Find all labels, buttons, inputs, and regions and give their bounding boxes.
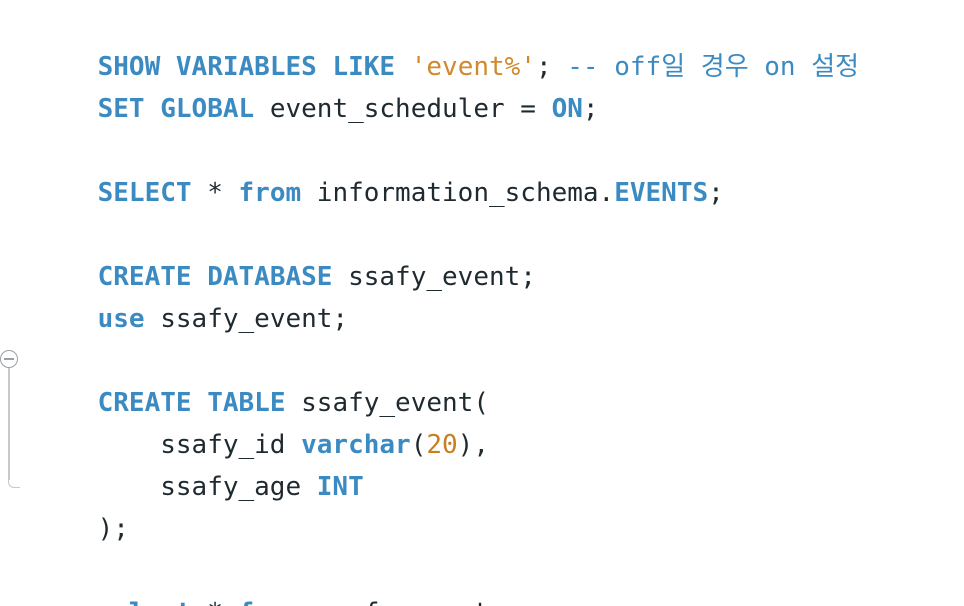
- fold-collapse-icon[interactable]: [0, 350, 18, 368]
- code-line-1[interactable]: SHOW VARIABLES LIKE 'event%'; -- off일 경우…: [35, 4, 859, 82]
- code-line-7[interactable]: ssafy_id varchar(20),: [35, 382, 489, 460]
- keyword: from: [238, 178, 302, 208]
- code-line-8[interactable]: ssafy_age INT: [35, 424, 364, 502]
- keyword: SELECT: [97, 178, 192, 208]
- keyword: SET: [97, 94, 145, 124]
- code-line-2[interactable]: SET GLOBAL event_scheduler = ON;: [35, 46, 599, 124]
- code-line-3[interactable]: SELECT * from information_schema.EVENTS;: [35, 130, 724, 208]
- keyword: EVENTS: [614, 178, 709, 208]
- keyword: ON: [551, 94, 583, 124]
- code-line-9[interactable]: );: [35, 466, 129, 544]
- number-literal: 20: [426, 430, 458, 460]
- keyword: select: [98, 598, 192, 606]
- code-editor[interactable]: SHOW VARIABLES LIKE 'event%'; -- off일 경우…: [0, 0, 964, 606]
- fold-guide-line: [8, 368, 10, 480]
- code-line-6[interactable]: CREATE TABLE ssafy_event(: [35, 340, 489, 418]
- code-line-4[interactable]: CREATE DATABASE ssafy_event;: [35, 214, 536, 292]
- keyword: from: [239, 598, 302, 606]
- fold-end-marker: [8, 478, 20, 488]
- keyword: use: [97, 304, 145, 334]
- keyword: INT: [316, 472, 364, 502]
- code-line-10[interactable]: select * from ssafy_event;: [35, 550, 505, 606]
- keyword: GLOBAL: [160, 94, 255, 124]
- code-comment: -- off일 경우 on 설정: [567, 52, 860, 82]
- code-line-5[interactable]: use ssafy_event;: [35, 256, 348, 334]
